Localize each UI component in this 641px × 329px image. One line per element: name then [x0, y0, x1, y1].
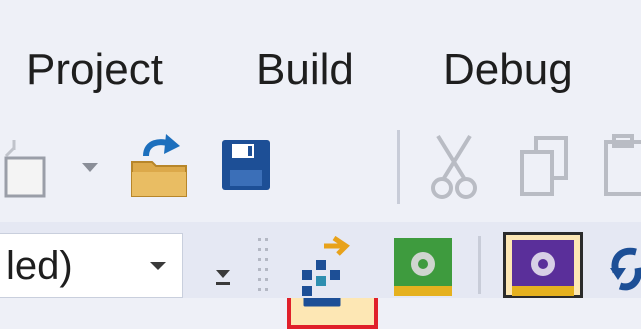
- copy-icon[interactable]: [516, 134, 574, 200]
- toolbar-separator: [397, 130, 400, 204]
- open-folder-icon[interactable]: [126, 132, 192, 204]
- menu-bar: Project Build Debug: [0, 0, 641, 112]
- toolbar-grip-icon: [258, 238, 268, 291]
- paste-icon[interactable]: [600, 134, 641, 200]
- standard-toolbar: [0, 112, 641, 329]
- chevron-down-icon[interactable]: [150, 262, 166, 270]
- refresh-icon[interactable]: [606, 238, 641, 298]
- cut-icon[interactable]: [428, 132, 480, 204]
- new-item-icon[interactable]: [0, 136, 60, 206]
- menu-project[interactable]: Project: [26, 40, 163, 100]
- overflow-grip-icon[interactable]: [212, 260, 234, 290]
- publish-gear-icon[interactable]: [510, 238, 576, 298]
- combo-value: led): [6, 244, 73, 288]
- save-icon[interactable]: [218, 136, 278, 198]
- build-gear-icon[interactable]: [392, 236, 458, 298]
- menu-build[interactable]: Build: [256, 40, 354, 100]
- menu-debug[interactable]: Debug: [443, 40, 573, 100]
- configuration-combo[interactable]: led): [0, 233, 183, 298]
- solution-configs-icon[interactable]: [294, 236, 366, 298]
- dropdown-arrow-icon[interactable]: [80, 160, 100, 174]
- toolbar-separator: [478, 236, 481, 294]
